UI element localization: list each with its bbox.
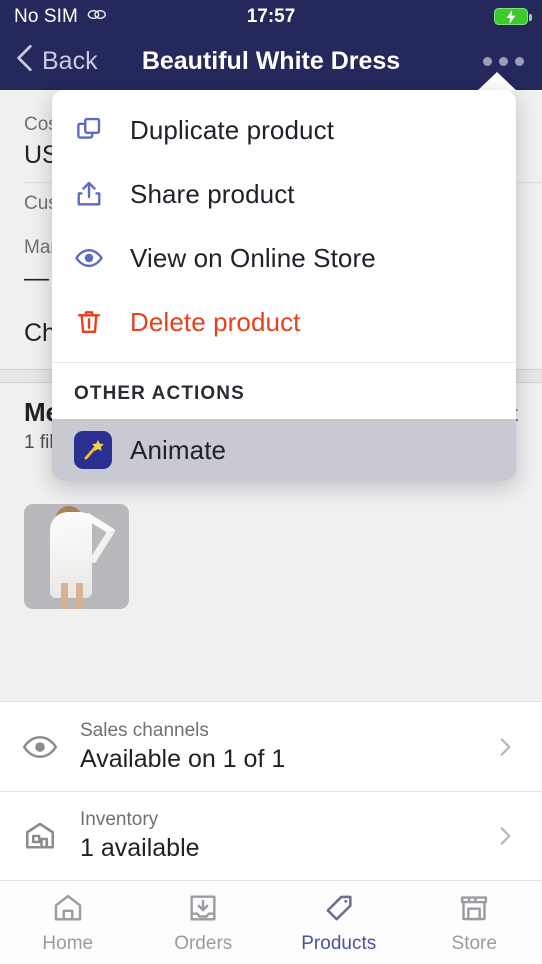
back-label: Back [42,47,98,75]
eye-icon [22,729,80,765]
chevron-right-icon [492,823,524,849]
tab-orders[interactable]: Orders [136,881,272,964]
row-text: Inventory 1 available [80,808,492,864]
home-icon [51,891,85,930]
row-text: Sales channels Available on 1 of 1 [80,719,492,775]
chevron-right-icon [492,734,524,760]
store-icon [457,891,491,930]
inventory-icon [22,818,80,854]
row-value: 1 available [80,834,200,862]
navigation-bar: Back Beautiful White Dress [0,33,542,90]
battery-charging-icon [494,8,532,25]
tab-label: Orders [174,932,233,954]
row-value: Available on 1 of 1 [80,744,286,773]
row-label: Sales channels [80,719,209,741]
row-inventory[interactable]: Inventory 1 available [0,791,542,880]
thumbnail-detail [76,583,83,609]
dot [483,57,492,66]
tab-products[interactable]: Products [271,881,407,964]
menu-item-view-on-online-store[interactable]: View on Online Store [52,226,516,290]
dot [515,57,524,66]
tab-label: Products [301,932,377,954]
detail-rows: Sales channels Available on 1 of 1 Inven… [0,701,542,880]
status-left: No SIM [14,6,271,28]
thumbnail-detail [61,583,68,609]
menu-item-label: Duplicate product [130,114,335,145]
chevron-left-icon [12,41,38,82]
menu-item-delete-product[interactable]: Delete product [52,290,516,354]
tab-label: Home [42,932,94,954]
carrier-label: No SIM [14,5,78,27]
menu-item-label: View on Online Store [130,242,376,273]
dot [499,57,508,66]
tag-icon [322,891,356,930]
status-bar: No SIM 17:57 [0,0,542,33]
trash-icon [74,307,130,337]
back-button[interactable]: Back [12,41,98,82]
menu-section-title: OTHER ACTIONS [74,383,245,404]
menu-item-animate[interactable]: Animate [52,419,516,481]
tab-store[interactable]: Store [407,881,542,964]
product-thumbnail[interactable] [24,504,129,609]
status-right [271,8,532,25]
menu-item-share-product[interactable]: Share product [52,162,516,226]
eye-icon [74,243,130,273]
tab-home[interactable]: Home [0,881,136,964]
app-screen: Cost per item US$ Customs information Ma… [0,0,542,964]
row-sales-channels[interactable]: Sales channels Available on 1 of 1 [0,702,542,791]
bottom-tab-bar: Home Orders Products Store [0,880,542,964]
orders-icon [186,891,220,930]
menu-item-duplicate-product[interactable]: Duplicate product [52,98,516,162]
tab-label: Store [451,932,497,954]
row-label: Inventory [80,809,159,830]
share-icon [74,179,130,209]
animate-app-icon [74,431,130,469]
menu-item-label: Delete product [130,306,301,337]
more-actions-menu: Duplicate product Share product View on … [52,90,516,481]
duplicate-icon [74,115,130,145]
chain-link-icon [86,7,108,27]
menu-item-label: Share product [130,178,295,209]
menu-item-label: Animate [130,434,227,465]
menu-caret [477,72,517,91]
